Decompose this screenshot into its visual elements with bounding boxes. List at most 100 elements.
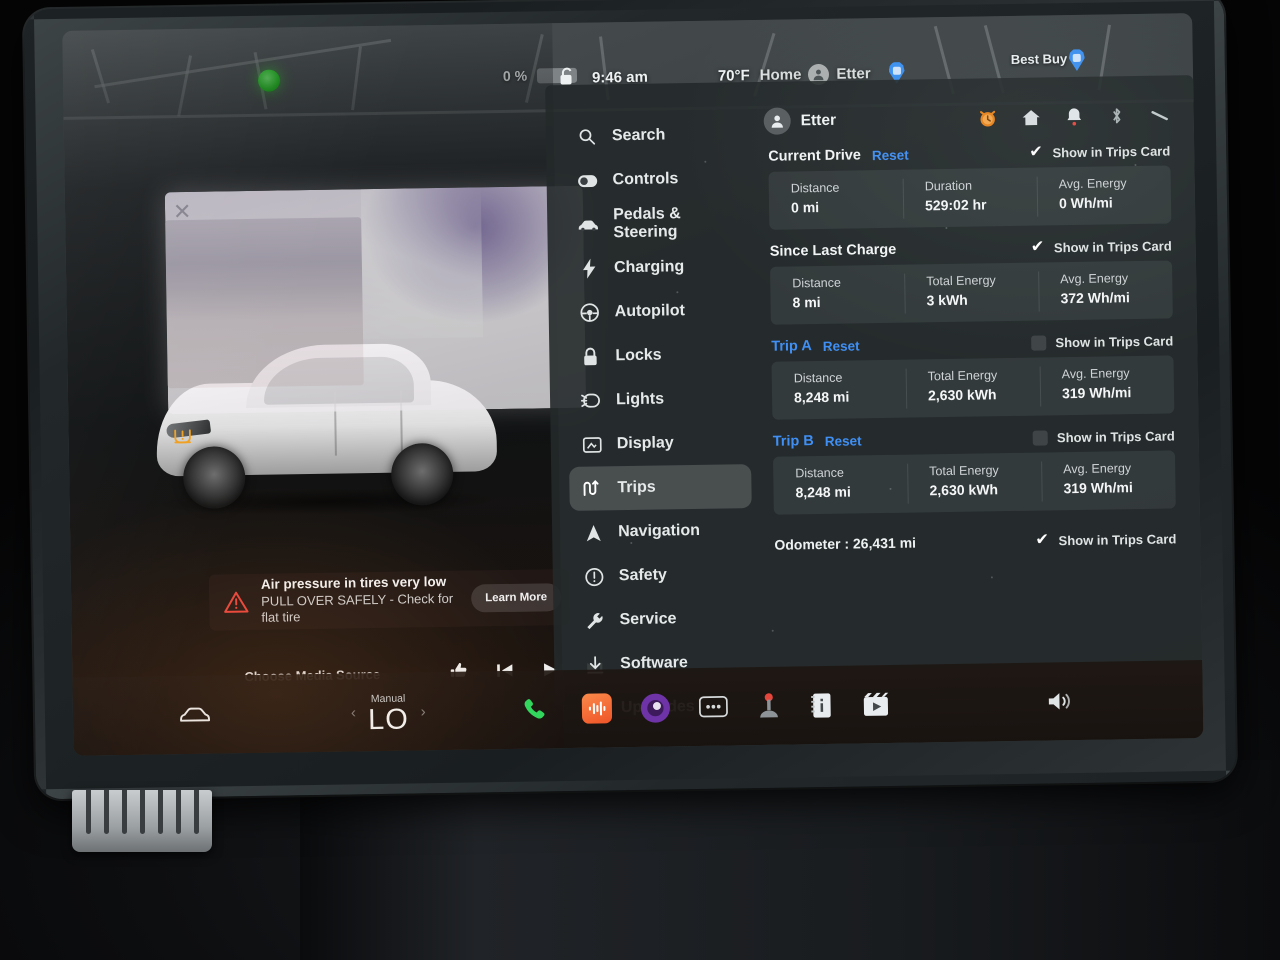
checkbox-unchecked-icon[interactable]: [1032, 429, 1049, 446]
sidebar-label: Pedals & Steering: [613, 205, 681, 242]
vehicle-3d-render[interactable]: [135, 174, 520, 518]
sidebar-label: Navigation: [618, 521, 701, 541]
sidebar-label: Locks: [615, 346, 662, 365]
volume-speaker-icon[interactable]: [1047, 689, 1077, 713]
checkbox-checked-icon[interactable]: ✔: [1028, 143, 1043, 160]
profile-button[interactable]: Etter: [763, 107, 837, 135]
stat-cell: Avg. Energy 0 Wh/mi: [1036, 165, 1171, 225]
stat-label: Total Energy: [929, 463, 999, 479]
show-in-trips-card-toggle[interactable]: ✔ Show in Trips Card: [1028, 142, 1171, 161]
profile-name: Etter: [800, 111, 837, 129]
sidebar-item-safety[interactable]: Safety: [571, 552, 754, 599]
wifi-icon[interactable]: [1150, 105, 1170, 125]
bluetooth-icon[interactable]: [1107, 106, 1127, 126]
car-icon[interactable]: [179, 705, 213, 725]
stat-label: Distance: [795, 465, 844, 481]
spotify-circle-icon[interactable]: [639, 692, 670, 723]
arcade-joystick-icon[interactable]: [755, 692, 781, 719]
sidebar-item-charging[interactable]: Charging: [566, 244, 749, 291]
learn-more-button[interactable]: Learn More: [470, 583, 562, 613]
section-header-current-drive: Current Drive Reset ✔ Show in Trips Card: [768, 142, 1171, 165]
sidebar-item-trips[interactable]: Trips: [569, 464, 752, 511]
odometer-value: Odometer : 26,431 mi: [774, 534, 917, 553]
checkbox-unchecked-icon[interactable]: [1031, 334, 1047, 351]
show-in-trips-card-label: Show in Trips Card: [1052, 142, 1171, 160]
section-title[interactable]: Trip A: [771, 338, 812, 355]
sidebar-label: Display: [616, 434, 674, 453]
climate-temperature[interactable]: LO: [368, 703, 409, 736]
home-icon[interactable]: [1021, 107, 1041, 127]
sidebar-label: Lights: [615, 390, 665, 409]
phone-icon[interactable]: [521, 696, 547, 722]
show-in-trips-card-toggle[interactable]: Show in Trips Card: [1031, 332, 1174, 351]
toggle-icon: [577, 174, 599, 187]
stat-value: 2,630 kWh: [927, 386, 997, 404]
tire-pressure-alert-card[interactable]: Air pressure in tires very low PULL OVER…: [208, 568, 570, 631]
stat-value: 319 Wh/mi: [1063, 479, 1133, 497]
steering-wheel-icon: [579, 302, 601, 322]
panel-header-icons: [978, 105, 1170, 128]
audio-waveform-icon[interactable]: [581, 693, 612, 724]
panel-header: Etter: [763, 101, 1170, 135]
sidebar-item-search[interactable]: Search: [564, 112, 747, 159]
checkbox-checked-icon[interactable]: ✔: [1034, 531, 1049, 548]
reset-button-current-drive[interactable]: Reset: [872, 147, 909, 163]
sidebar-label: Controls: [612, 170, 679, 189]
section-header-since-last-charge: Since Last Charge ✔ Show in Trips Card: [770, 237, 1172, 260]
section-header-trip-b: Trip B Reset Show in Trips Card: [773, 427, 1175, 450]
sidebar-item-pedals-steering[interactable]: Pedals & Steering: [565, 200, 748, 247]
stat-cell: Avg. Energy 319 Wh/mi: [1039, 355, 1174, 415]
sidebar-item-navigation[interactable]: Navigation: [570, 508, 753, 555]
lcd-screen-area[interactable]: Best Buy 0 % 9:46 am 70°F Home: [62, 13, 1204, 756]
more-dots-icon[interactable]: [698, 696, 728, 718]
sidebar-label: Trips: [617, 478, 656, 497]
stat-cell: Distance 8 mi: [770, 265, 905, 325]
stat-cell: Total Energy 3 kWh: [904, 263, 1039, 323]
sidebar-item-controls[interactable]: Controls: [564, 156, 747, 203]
sidebar-item-display[interactable]: Display: [568, 420, 751, 467]
stat-value: 8,248 mi: [795, 483, 851, 501]
climate-increase-button[interactable]: ›: [420, 703, 425, 720]
sidebar-item-autopilot[interactable]: Autopilot: [566, 288, 749, 335]
tesla-center-touchscreen[interactable]: Best Buy 0 % 9:46 am 70°F Home: [23, 0, 1237, 800]
wrench-icon: [583, 611, 605, 630]
climate-control[interactable]: ‹ Manual LO ›: [351, 689, 426, 736]
stats-card-trip-a: Distance 8,248 mi Total Energy 2,630 kWh…: [771, 355, 1175, 420]
climate-decrease-button[interactable]: ‹: [351, 704, 356, 721]
stat-label: Total Energy: [927, 368, 998, 384]
reset-button-trip-b[interactable]: Reset: [825, 433, 862, 449]
stat-value: 529:02 hr: [924, 196, 987, 214]
display-icon: [581, 436, 603, 453]
tire-pressure-warning-icon: [171, 424, 193, 450]
show-in-trips-card-label: Show in Trips Card: [1055, 332, 1174, 350]
show-in-trips-card-toggle-odometer[interactable]: ✔ Show in Trips Card: [1034, 531, 1176, 549]
headlight-icon: [580, 390, 602, 410]
alarm-clock-icon[interactable]: [978, 108, 998, 128]
stat-label: Avg. Energy: [1058, 176, 1127, 192]
sidebar-label: Safety: [618, 566, 667, 585]
stat-label: Duration: [924, 178, 973, 194]
reset-button-trip-a[interactable]: Reset: [823, 338, 860, 354]
section-header-trip-a: Trip A Reset Show in Trips Card: [771, 332, 1174, 355]
bolt-icon: [578, 258, 600, 279]
section-title[interactable]: Trip B: [773, 433, 814, 450]
stat-cell: Distance 8,248 mi: [773, 455, 908, 515]
stat-cell: Distance 8,248 mi: [771, 360, 906, 420]
stat-value: 0 mi: [790, 199, 820, 216]
settings-panel[interactable]: Search Controls Pedals & Steering Chargi…: [545, 75, 1203, 718]
trips-content[interactable]: Etter Current Drive Reset ✔ Show in Trip…: [753, 75, 1203, 702]
show-in-trips-card-toggle[interactable]: ✔ Show in Trips Card: [1030, 238, 1172, 256]
owners-manual-icon[interactable]: [809, 691, 833, 718]
settings-sidebar[interactable]: Search Controls Pedals & Steering Chargi…: [545, 82, 763, 718]
sidebar-item-lights[interactable]: Lights: [568, 376, 751, 423]
checkbox-checked-icon[interactable]: ✔: [1030, 238, 1045, 255]
stat-cell: Avg. Energy 372 Wh/mi: [1038, 260, 1173, 320]
bell-icon[interactable]: [1064, 106, 1084, 126]
theater-video-icon[interactable]: [861, 691, 889, 716]
show-in-trips-card-toggle[interactable]: Show in Trips Card: [1032, 428, 1175, 446]
sidebar-item-service[interactable]: Service: [571, 596, 754, 643]
bottom-taskbar[interactable]: ‹ Manual LO ›: [72, 660, 1204, 756]
stat-cell: Distance 0 mi: [769, 170, 904, 230]
avatar: [763, 107, 791, 135]
sidebar-item-locks[interactable]: Locks: [567, 332, 750, 379]
